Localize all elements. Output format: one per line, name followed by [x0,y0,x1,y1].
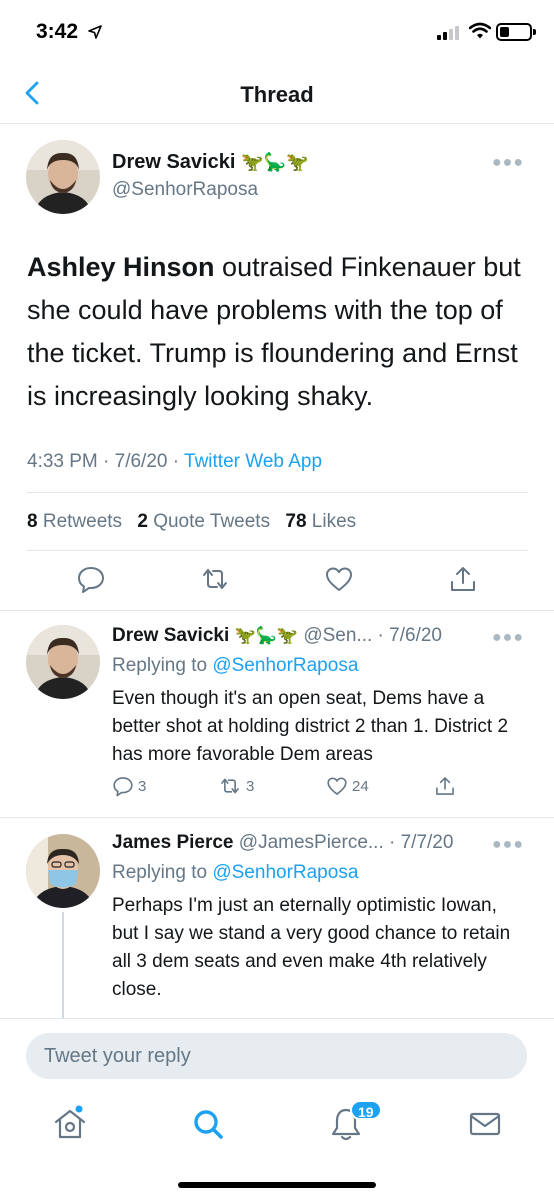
more-icon[interactable]: ●●● [492,836,524,854]
quote-tweets-stat[interactable]: 2 Quote Tweets [137,511,270,532]
reply-header: James Pierce @JamesPierce... · 7/7/20 [112,832,453,854]
divider [27,550,528,551]
author-handle[interactable]: @SenhorRaposa [112,179,258,201]
home-icon[interactable] [50,1104,90,1144]
reply-tweet[interactable]: Drew Savicki 🦖🦕🦖 @Sen... · 7/6/20 ●●● Re… [0,611,554,818]
tweet-source-link[interactable]: Twitter Web App [184,451,322,472]
reply-composer-bar: Tweet your reply [0,1018,554,1094]
tweet-timestamp: 4:33 PM · 7/6/20 · [27,451,185,472]
replying-to-link[interactable]: @SenhorRaposa [212,862,358,883]
share-icon [436,777,454,795]
like-count: 24 [352,777,369,795]
tweet-text: Ashley Hinson outraised Finkenauer but s… [27,246,532,418]
reply-author-name[interactable]: Drew Savicki [112,625,229,646]
tweet-actions [0,564,554,598]
reply-header: Drew Savicki 🦖🦕🦖 @Sen... · 7/6/20 [112,625,442,647]
reply-text: Perhaps I'm just an eternally optimistic… [112,895,511,1000]
wifi-icon [469,22,491,39]
reply-author-handle[interactable]: @JamesPierce... [239,832,384,853]
thread-connector-line [62,912,64,1018]
tweet-meta: 4:33 PM · 7/6/20 · Twitter Web App [27,451,322,473]
status-bar: 3:42 [0,0,554,64]
search-icon[interactable] [188,1104,228,1144]
replying-to: Replying to @SenhorRaposa [112,655,359,676]
reply-button[interactable]: 3 [112,775,146,797]
like-icon [327,777,347,795]
reply-author-handle[interactable]: @Sen... [303,625,372,646]
author-name[interactable]: Drew Savicki 🦖🦕🦖 [112,151,309,174]
dinosaur-emoji: 🦖🦕🦖 [241,152,309,172]
author-name-text: Drew Savicki [112,151,236,173]
retweet-count: 3 [246,777,255,795]
share-button[interactable] [434,775,456,797]
reply-tweet[interactable]: James Pierce @JamesPierce... · 7/7/20 ●●… [0,818,554,1018]
more-icon[interactable]: ●●● [492,629,524,647]
share-icon[interactable] [448,564,478,594]
divider [27,492,528,493]
main-tweet: Drew Savicki 🦖🦕🦖 @SenhorRaposa ●●● Ashley… [0,124,554,611]
reply-input[interactable]: Tweet your reply [26,1033,527,1079]
replying-to-link[interactable]: @SenhorRaposa [212,655,358,676]
retweet-icon[interactable] [200,564,230,594]
more-icon[interactable]: ●●● [492,154,524,172]
reply-count: 3 [138,777,147,795]
cellular-signal-icon [437,26,463,40]
reply-icon[interactable] [76,564,106,594]
thread-header: Thread [0,64,554,124]
battery-icon [496,23,536,41]
reply-actions: 3 3 24 [112,775,532,801]
avatar[interactable] [26,625,100,699]
retweet-button[interactable]: 3 [218,775,254,797]
dinosaur-emoji: 🦖🦕🦖 [234,626,299,645]
avatar[interactable] [26,834,100,908]
reply-author-name[interactable]: James Pierce [112,832,234,853]
replying-to: Replying to @SenhorRaposa [112,862,359,883]
retweet-icon [221,778,239,794]
reply-date: · 7/7/20 [383,832,454,853]
messages-icon[interactable] [465,1104,505,1144]
tab-bar: 19 [0,1094,554,1200]
avatar[interactable] [26,140,100,214]
reply-icon [113,777,133,797]
location-arrow-icon [88,25,102,39]
retweets-stat[interactable]: 8 Retweets [27,511,122,532]
page-title: Thread [240,82,314,107]
reply-input-placeholder: Tweet your reply [44,1045,191,1067]
tweet-stats: 8 Retweets 2 Quote Tweets 78 Likes [27,511,356,533]
status-time: 3:42 [36,20,79,43]
likes-stat[interactable]: 78 Likes [285,511,356,532]
like-button[interactable]: 24 [326,775,369,797]
home-indicator [178,1182,376,1188]
notifications-badge: 19 [350,1100,382,1120]
reply-date: · 7/6/20 [372,625,442,646]
reply-text: Even though it's an open seat, Dems have… [112,688,509,765]
tweet-text-bold: Ashley Hinson [27,252,215,282]
like-icon[interactable] [324,564,354,594]
